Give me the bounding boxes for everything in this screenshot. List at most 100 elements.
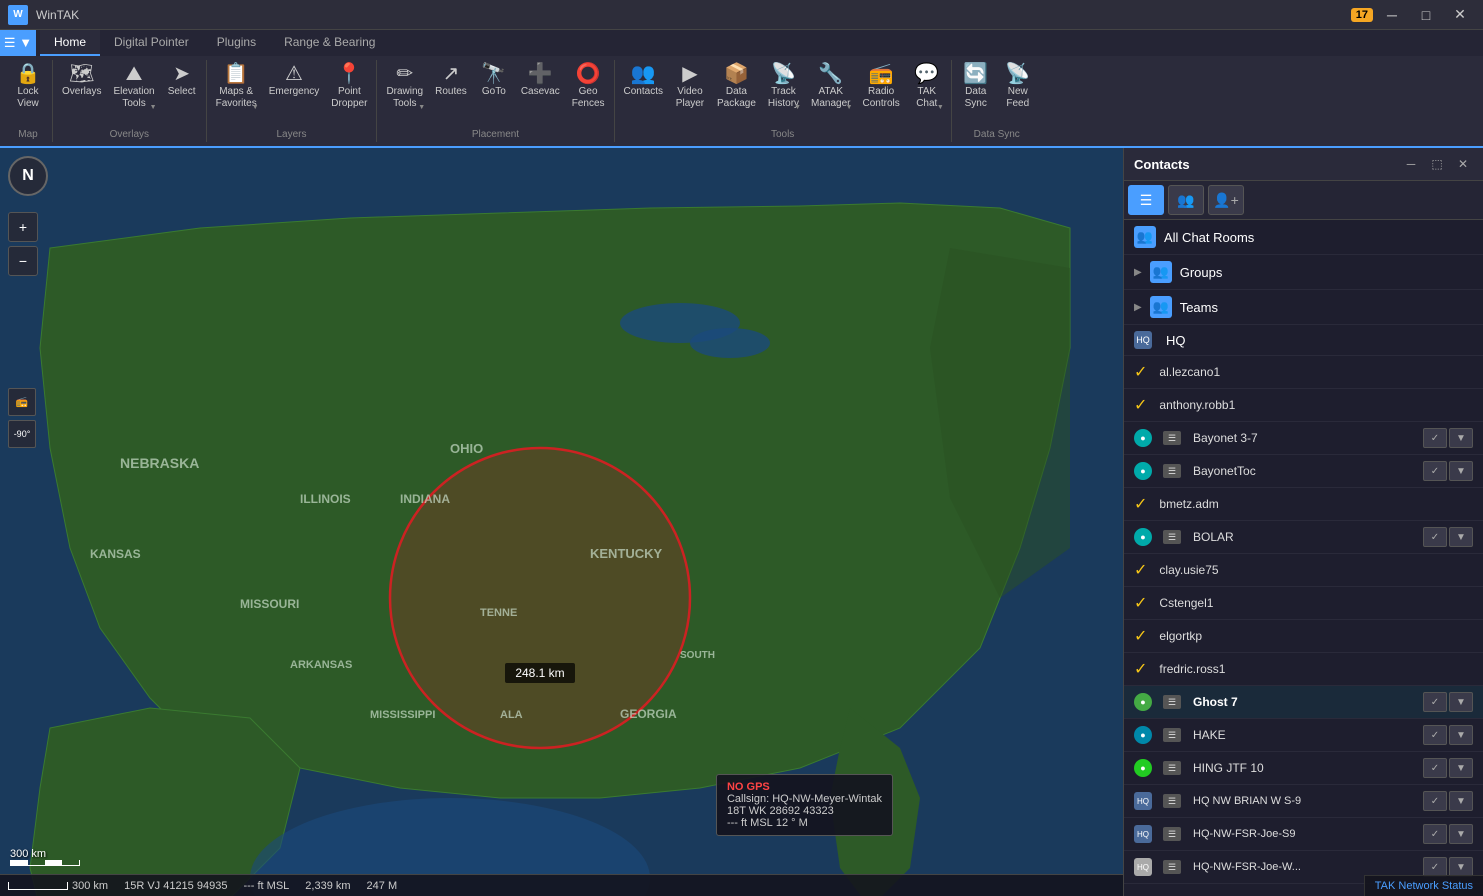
- data-sync-button[interactable]: 🔄 DataSync: [956, 60, 996, 114]
- goto-label: GoTo: [482, 86, 506, 98]
- zoom-out-button[interactable]: −: [8, 246, 38, 276]
- zoom-in-button[interactable]: +: [8, 212, 38, 242]
- hq-nw-brian-action-1[interactable]: ✓: [1423, 791, 1447, 811]
- bayonettoc-action-2[interactable]: ▼: [1449, 461, 1473, 481]
- hq-nw-brian-action-2[interactable]: ▼: [1449, 791, 1473, 811]
- contact-teams[interactable]: ▶ 👥 Teams: [1124, 290, 1483, 325]
- tak-chat-button[interactable]: 💬 TAKChat: [907, 60, 947, 114]
- hake-label: HAKE: [1193, 728, 1415, 742]
- geo-fences-button[interactable]: ⭕ GeoFences: [567, 60, 610, 114]
- contact-fredric-ross1[interactable]: ✓ fredric.ross1: [1124, 653, 1483, 686]
- lock-view-button[interactable]: 🔒 LockView: [8, 60, 48, 114]
- ghost-7-label: Ghost 7: [1193, 695, 1415, 709]
- contact-bayonet-3-7[interactable]: ● ☰ Bayonet 3-7 ✓ ▼: [1124, 422, 1483, 455]
- casevac-button[interactable]: ➕ Casevac: [516, 60, 565, 102]
- sidebar-close-button[interactable]: ✕: [1453, 154, 1473, 174]
- contact-clay-usie75[interactable]: ✓ clay.usie75: [1124, 554, 1483, 587]
- sidebar-float-button[interactable]: ⬚: [1427, 154, 1447, 174]
- map-area[interactable]: 248.1 km NEBRASKA KANSAS MISSOURI ILLINO…: [0, 148, 1123, 896]
- menu-button[interactable]: ☰ ▼: [0, 30, 36, 56]
- sidebar-content[interactable]: 👥 All Chat Rooms ▶ 👥 Groups ▶ 👥 Teams HQ…: [1124, 220, 1483, 896]
- overlays-button[interactable]: 🗺 Overlays: [57, 60, 106, 102]
- hq-nw-fsr-joe-w-action-2[interactable]: ▼: [1449, 857, 1473, 877]
- video-player-button[interactable]: ▶ VideoPlayer: [670, 60, 710, 114]
- sidebar: Contacts ─ ⬚ ✕ ☰ 👥 👤+ 👥 All Chat Rooms ▶: [1123, 148, 1483, 896]
- emergency-button[interactable]: ⚠ Emergency: [264, 60, 325, 102]
- contacts-icon: 👥: [631, 64, 656, 84]
- contact-bolar[interactable]: ● ☰ BOLAR ✓ ▼: [1124, 521, 1483, 554]
- contacts-button[interactable]: 👥 Contacts: [619, 60, 668, 102]
- bearing-unit: M: [388, 880, 397, 892]
- contact-cstengel1[interactable]: ✓ Cstengel1: [1124, 587, 1483, 620]
- bolar-action-2[interactable]: ▼: [1449, 527, 1473, 547]
- contact-hq-nw-fsr-joe-s9[interactable]: HQ ☰ HQ-NW-FSR-Joe-S9 ✓ ▼: [1124, 818, 1483, 851]
- sidebar-tab-add[interactable]: 👤+: [1208, 185, 1244, 215]
- point-dropper-button[interactable]: 📍 PointDropper: [326, 60, 372, 114]
- tab-plugins[interactable]: Plugins: [203, 30, 270, 56]
- sidebar-minimize-button[interactable]: ─: [1401, 154, 1421, 174]
- minimize-button[interactable]: ─: [1377, 5, 1407, 25]
- bayonettoc-action-1[interactable]: ✓: [1423, 461, 1447, 481]
- title-bar-controls: 17 ─ □ ✕: [1351, 5, 1475, 25]
- svg-text:INDIANA: INDIANA: [400, 492, 450, 506]
- radio-controls-button[interactable]: 📻 RadioControls: [858, 60, 905, 114]
- bayonet-3-7-action-2[interactable]: ▼: [1449, 428, 1473, 448]
- track-history-button[interactable]: 📡 TrackHistory: [763, 60, 804, 114]
- hake-action-1[interactable]: ✓: [1423, 725, 1447, 745]
- bayonet-3-7-action-1[interactable]: ✓: [1423, 428, 1447, 448]
- layers-group-label: Layers: [211, 127, 373, 142]
- ghost-7-action-1[interactable]: ✓: [1423, 692, 1447, 712]
- elevation-tools-button[interactable]: ⛰ ElevationTools: [108, 60, 159, 114]
- data-sync-icon: 🔄: [963, 64, 988, 84]
- ghost-7-icon: ●: [1134, 693, 1152, 711]
- tab-home[interactable]: Home: [40, 30, 100, 56]
- drawing-tools-button[interactable]: ✏ DrawingTools: [381, 60, 428, 114]
- contact-hq[interactable]: HQ HQ: [1124, 325, 1483, 356]
- contact-hq-nw-brian[interactable]: HQ ☰ HQ NW BRIAN W S-9 ✓ ▼: [1124, 785, 1483, 818]
- tab-digital-pointer[interactable]: Digital Pointer: [100, 30, 203, 56]
- contact-ghost-7[interactable]: ● ☰ Ghost 7 ✓ ▼: [1124, 686, 1483, 719]
- sidebar-tab-group[interactable]: 👥: [1168, 185, 1204, 215]
- sidebar-tab-list[interactable]: ☰: [1128, 185, 1164, 215]
- contact-groups[interactable]: ▶ 👥 Groups: [1124, 255, 1483, 290]
- maximize-button[interactable]: □: [1411, 5, 1441, 25]
- radio-indicator: 📻: [8, 388, 36, 416]
- contacts-label: Contacts: [624, 86, 663, 98]
- compass[interactable]: N: [8, 156, 48, 196]
- svg-text:TENNE: TENNE: [480, 607, 517, 619]
- hq-icon: HQ: [1134, 331, 1152, 349]
- goto-button[interactable]: 🔭 GoTo: [474, 60, 514, 102]
- contact-hake[interactable]: ● ☰ HAKE ✓ ▼: [1124, 719, 1483, 752]
- hake-action-2[interactable]: ▼: [1449, 725, 1473, 745]
- atak-manager-button[interactable]: 🔧 ATAKManager: [806, 60, 855, 114]
- anthony-robb1-icon: ✓: [1134, 395, 1147, 415]
- contact-elgortkp[interactable]: ✓ elgortkp: [1124, 620, 1483, 653]
- lock-view-label: LockView: [17, 86, 39, 110]
- hq-nw-fsr-joe-s9-action-2[interactable]: ▼: [1449, 824, 1473, 844]
- new-feed-icon: 📡: [1005, 64, 1030, 84]
- hq-nw-fsr-joe-w-action-1[interactable]: ✓: [1423, 857, 1447, 877]
- ghost-7-action-2[interactable]: ▼: [1449, 692, 1473, 712]
- contact-all-chat-rooms[interactable]: 👥 All Chat Rooms: [1124, 220, 1483, 255]
- teams-chevron-icon: ▶: [1134, 302, 1142, 313]
- close-button[interactable]: ✕: [1445, 5, 1475, 25]
- contact-anthony-robb1[interactable]: ✓ anthony.robb1: [1124, 389, 1483, 422]
- contact-bayonettoc[interactable]: ● ☰ BayonetToc ✓ ▼: [1124, 455, 1483, 488]
- select-button[interactable]: ➤ Select: [162, 60, 202, 102]
- maps-favorites-button[interactable]: 📋 Maps &Favorites: [211, 60, 262, 114]
- contact-al-lezcano1[interactable]: ✓ al.lezcano1: [1124, 356, 1483, 389]
- new-feed-button[interactable]: 📡 NewFeed: [998, 60, 1038, 114]
- hing-jtf-10-action-1[interactable]: ✓: [1423, 758, 1447, 778]
- contact-hing-jtf-10[interactable]: ● ☰ HING JTF 10 ✓ ▼: [1124, 752, 1483, 785]
- altitude-display: --- ft MSL: [243, 880, 289, 892]
- routes-button[interactable]: ↗ Routes: [430, 60, 472, 102]
- select-icon: ➤: [173, 64, 190, 84]
- data-package-button[interactable]: 📦 DataPackage: [712, 60, 761, 114]
- hing-jtf-10-action-2[interactable]: ▼: [1449, 758, 1473, 778]
- tab-range-bearing[interactable]: Range & Bearing: [270, 30, 389, 56]
- contact-bmetz-adm[interactable]: ✓ bmetz.adm: [1124, 488, 1483, 521]
- hq-nw-fsr-joe-s9-action-1[interactable]: ✓: [1423, 824, 1447, 844]
- clay-usie75-label: clay.usie75: [1159, 563, 1473, 577]
- bolar-action-1[interactable]: ✓: [1423, 527, 1447, 547]
- callsign-text: Callsign: HQ-NW-Meyer-Wintak: [727, 793, 882, 805]
